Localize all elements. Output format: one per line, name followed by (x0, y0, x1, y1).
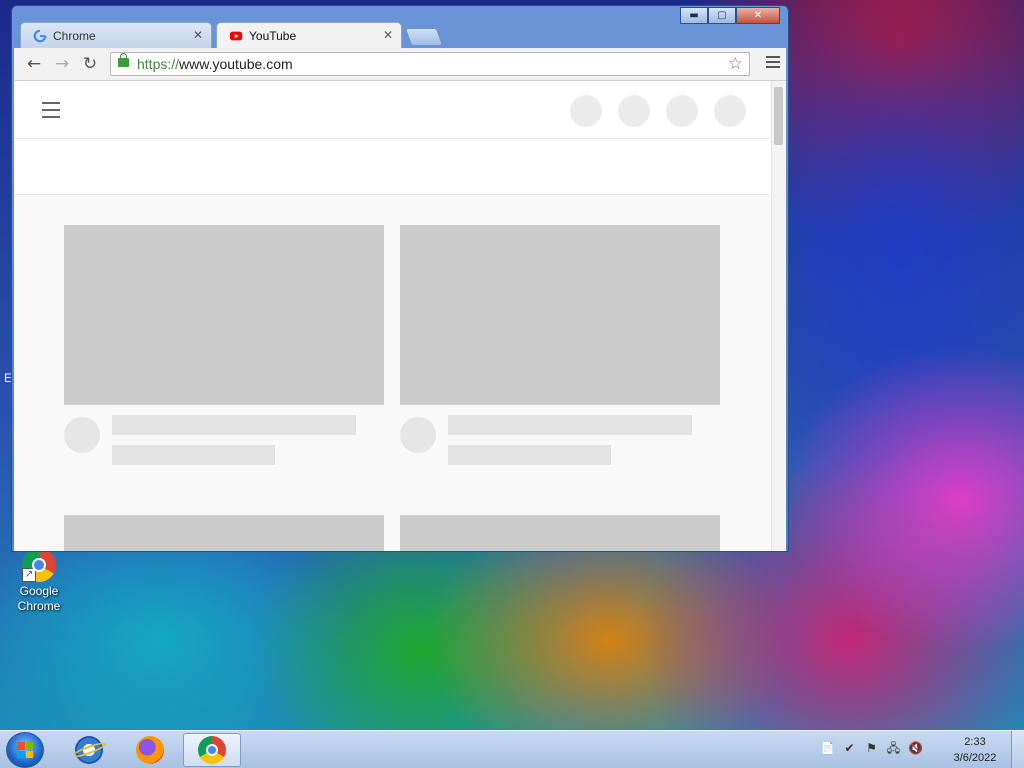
url-text[interactable]: https://www.youtube.com (137, 56, 293, 72)
tab-title: YouTube (249, 28, 297, 43)
taskbar-firefox[interactable] (121, 733, 179, 767)
browser-toolbar: ← → ↻ https://www.youtube.com ☆ (14, 48, 786, 81)
start-button[interactable] (6, 732, 44, 768)
desktop-icon-label-line1: Google (19, 584, 59, 598)
clock[interactable]: 2:33 3/6/2022 (944, 734, 1006, 766)
taskbar-internet-explorer[interactable] (60, 733, 118, 767)
browser-window: ▬ ▢ ✕ Chrome ✕ YouTube ✕ ← → ↻ https://w… (11, 5, 789, 552)
video-thumbnail-placeholder (64, 515, 384, 551)
volume-muted-icon[interactable]: 🔇 (908, 741, 923, 756)
show-desktop-button[interactable] (1011, 731, 1024, 768)
meta-line-placeholder (448, 445, 611, 465)
back-button[interactable]: ← (24, 54, 44, 74)
system-tray: 📄 ✔ ⚑ 🖧 🔇 (820, 741, 923, 756)
youtube-header (14, 81, 770, 139)
flag-icon[interactable]: ⚑ (864, 741, 879, 756)
header-placeholder-circle (618, 95, 650, 127)
url-host: www.youtube.com (179, 56, 293, 72)
youtube-icon (229, 31, 243, 40)
header-placeholder-circle (666, 95, 698, 127)
reload-button[interactable]: ↻ (80, 54, 100, 74)
meta-line-placeholder (112, 445, 275, 465)
url-scheme: https:// (137, 56, 180, 72)
clock-date: 3/6/2022 (953, 752, 997, 764)
tab-strip: Chrome ✕ YouTube ✕ (20, 22, 780, 48)
menu-icon[interactable] (766, 56, 780, 71)
chrome-icon (198, 736, 226, 764)
close-tab-icon[interactable]: ✕ (193, 28, 203, 42)
new-tab-button[interactable] (404, 28, 444, 46)
forward-button[interactable]: → (52, 54, 72, 74)
channel-avatar-placeholder (64, 417, 100, 453)
desktop-icon-google-chrome[interactable]: ↗ Google Chrome (8, 548, 70, 614)
internet-explorer-icon (75, 736, 103, 764)
address-bar[interactable]: https://www.youtube.com ☆ (110, 52, 750, 76)
video-thumbnail-placeholder (64, 225, 384, 405)
tab-title: Chrome (53, 28, 96, 43)
title-line-placeholder (112, 415, 356, 435)
youtube-chip-bar-placeholder (14, 139, 770, 195)
google-g-icon (33, 29, 47, 42)
vertical-scrollbar[interactable] (771, 81, 786, 551)
security-check-icon[interactable]: ✔ (842, 741, 857, 756)
clock-time: 2:33 (964, 736, 986, 748)
action-center-doc-icon[interactable]: 📄 (820, 741, 835, 756)
channel-avatar-placeholder (400, 417, 436, 453)
taskbar: 📄 ✔ ⚑ 🖧 🔇 2:33 3/6/2022 (0, 730, 1024, 768)
lock-icon (118, 53, 129, 67)
video-thumbnail-placeholder (400, 515, 720, 551)
taskbar-chrome[interactable] (183, 733, 241, 767)
windows-logo-icon (17, 742, 33, 758)
close-tab-icon[interactable]: ✕ (383, 28, 393, 42)
hamburger-menu-icon[interactable] (42, 102, 60, 123)
chrome-icon: ↗ (22, 548, 56, 582)
firefox-icon (136, 736, 164, 764)
header-placeholder-circle (570, 95, 602, 127)
video-feed-skeleton (14, 195, 770, 551)
page-viewport (14, 81, 786, 551)
header-placeholder-circle (714, 95, 746, 127)
desktop-icon-label-line2: Chrome (17, 599, 61, 613)
shortcut-arrow-icon: ↗ (22, 568, 36, 582)
tab-youtube[interactable]: YouTube ✕ (216, 22, 402, 48)
bookmark-star-icon[interactable]: ☆ (728, 54, 743, 74)
title-line-placeholder (448, 415, 692, 435)
tab-chrome[interactable]: Chrome ✕ (20, 22, 212, 48)
video-thumbnail-placeholder (400, 225, 720, 405)
network-icon[interactable]: 🖧 (886, 741, 901, 756)
scrollbar-thumb[interactable] (774, 87, 783, 145)
